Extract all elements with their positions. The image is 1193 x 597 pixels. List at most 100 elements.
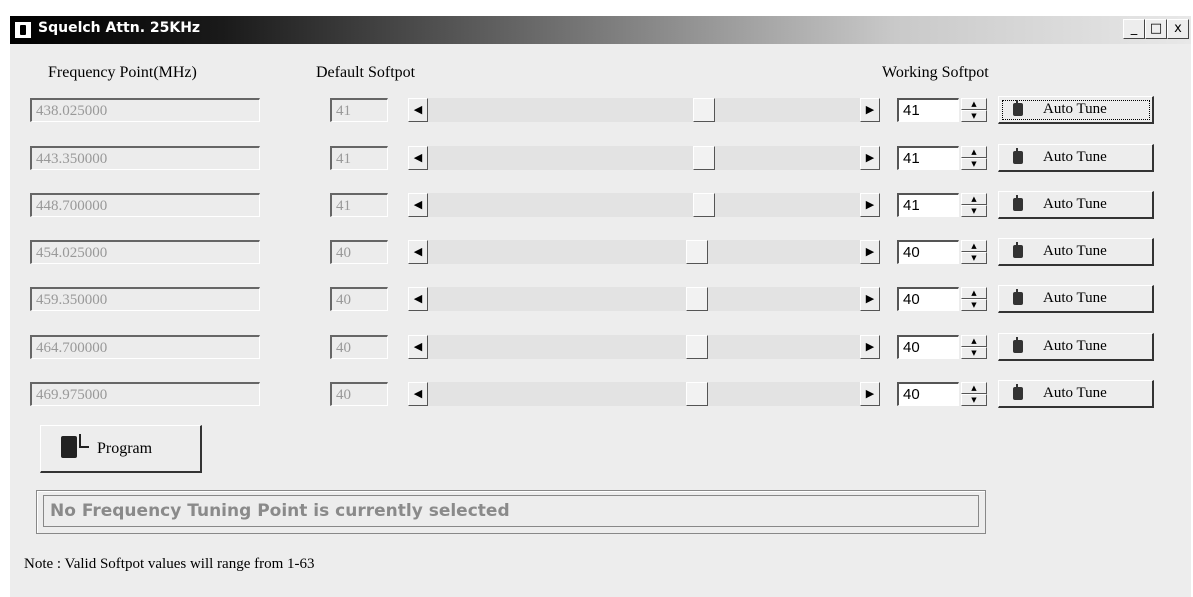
working-softpot-input[interactable]: 40 bbox=[897, 240, 959, 264]
auto-tune-label: Auto Tune bbox=[1043, 101, 1107, 117]
spin-down-button[interactable]: ▼ bbox=[961, 394, 987, 406]
slider-track[interactable] bbox=[428, 335, 860, 359]
slider-left-arrow[interactable]: ◀ bbox=[408, 146, 428, 170]
status-panel: No Frequency Tuning Point is currently s… bbox=[36, 490, 986, 534]
softpot-slider[interactable]: ◀ ▶ bbox=[408, 193, 880, 217]
spin-buttons: ▲ ▼ bbox=[961, 146, 987, 170]
radio-icon bbox=[1013, 289, 1023, 305]
frequency-field: 469.975000 bbox=[30, 382, 260, 406]
working-softpot-input[interactable]: 41 bbox=[897, 146, 959, 170]
frequency-field: 454.025000 bbox=[30, 240, 260, 264]
auto-tune-button[interactable]: Auto Tune bbox=[998, 96, 1154, 124]
slider-thumb[interactable] bbox=[686, 382, 708, 406]
working-softpot-input[interactable]: 40 bbox=[897, 335, 959, 359]
radio-icon bbox=[1013, 100, 1023, 116]
default-softpot-field: 40 bbox=[330, 382, 388, 406]
auto-tune-label: Auto Tune bbox=[1043, 338, 1107, 354]
slider-left-arrow[interactable]: ◀ bbox=[408, 240, 428, 264]
slider-track[interactable] bbox=[428, 146, 860, 170]
default-softpot-field: 40 bbox=[330, 287, 388, 311]
working-softpot-input[interactable]: 40 bbox=[897, 382, 959, 406]
slider-left-arrow[interactable]: ◀ bbox=[408, 287, 428, 311]
spin-down-button[interactable]: ▼ bbox=[961, 347, 987, 359]
spin-up-button[interactable]: ▲ bbox=[961, 146, 987, 158]
spin-down-button[interactable]: ▼ bbox=[961, 252, 987, 264]
spin-buttons: ▲ ▼ bbox=[961, 98, 987, 122]
spin-up-button[interactable]: ▲ bbox=[961, 382, 987, 394]
spin-down-button[interactable]: ▼ bbox=[961, 205, 987, 217]
slider-left-arrow[interactable]: ◀ bbox=[408, 382, 428, 406]
working-softpot-input[interactable]: 40 bbox=[897, 287, 959, 311]
spin-up-button[interactable]: ▲ bbox=[961, 287, 987, 299]
default-softpot-field: 40 bbox=[330, 240, 388, 264]
radio-icon bbox=[1013, 148, 1023, 164]
status-text: No Frequency Tuning Point is currently s… bbox=[43, 495, 979, 527]
frequency-field: 459.350000 bbox=[30, 287, 260, 311]
spin-down-button[interactable]: ▼ bbox=[961, 158, 987, 170]
spin-up-button[interactable]: ▲ bbox=[961, 335, 987, 347]
slider-right-arrow[interactable]: ▶ bbox=[860, 335, 880, 359]
spin-up-button[interactable]: ▲ bbox=[961, 98, 987, 110]
auto-tune-button[interactable]: Auto Tune bbox=[998, 191, 1154, 219]
program-button[interactable]: Program bbox=[40, 425, 202, 473]
softpot-slider[interactable]: ◀ ▶ bbox=[408, 287, 880, 311]
auto-tune-label: Auto Tune bbox=[1043, 149, 1107, 165]
slider-right-arrow[interactable]: ▶ bbox=[860, 193, 880, 217]
slider-track[interactable] bbox=[428, 98, 860, 122]
close-button[interactable]: x bbox=[1167, 19, 1189, 39]
slider-thumb[interactable] bbox=[686, 240, 708, 264]
spin-buttons: ▲ ▼ bbox=[961, 382, 987, 406]
radio-icon bbox=[1013, 242, 1023, 258]
softpot-slider[interactable]: ◀ ▶ bbox=[408, 240, 880, 264]
slider-track[interactable] bbox=[428, 240, 860, 264]
window-title: Squelch Attn. 25KHz bbox=[38, 20, 201, 36]
slider-track[interactable] bbox=[428, 287, 860, 311]
slider-track[interactable] bbox=[428, 382, 860, 406]
slider-right-arrow[interactable]: ▶ bbox=[860, 287, 880, 311]
spin-down-button[interactable]: ▼ bbox=[961, 110, 987, 122]
slider-right-arrow[interactable]: ▶ bbox=[860, 240, 880, 264]
caption-buttons: _ □ x bbox=[1123, 19, 1189, 39]
minimize-button[interactable]: _ bbox=[1123, 19, 1145, 39]
slider-thumb[interactable] bbox=[686, 335, 708, 359]
auto-tune-button[interactable]: Auto Tune bbox=[998, 380, 1154, 408]
auto-tune-button[interactable]: Auto Tune bbox=[998, 238, 1154, 266]
slider-thumb[interactable] bbox=[686, 287, 708, 311]
default-softpot-field: 41 bbox=[330, 193, 388, 217]
spin-down-button[interactable]: ▼ bbox=[961, 299, 987, 311]
slider-left-arrow[interactable]: ◀ bbox=[408, 335, 428, 359]
frequency-field: 464.700000 bbox=[30, 335, 260, 359]
default-softpot-field: 41 bbox=[330, 98, 388, 122]
softpot-slider[interactable]: ◀ ▶ bbox=[408, 335, 880, 359]
slider-left-arrow[interactable]: ◀ bbox=[408, 193, 428, 217]
title-bar[interactable]: Squelch Attn. 25KHz _ □ x bbox=[10, 16, 1191, 44]
working-softpot-input[interactable]: 41 bbox=[897, 193, 959, 217]
softpot-slider[interactable]: ◀ ▶ bbox=[408, 98, 880, 122]
return-arrow-icon bbox=[79, 434, 89, 448]
softpot-slider[interactable]: ◀ ▶ bbox=[408, 146, 880, 170]
radio-icon bbox=[1013, 384, 1023, 400]
radio-icon bbox=[1013, 195, 1023, 211]
slider-thumb[interactable] bbox=[693, 193, 715, 217]
softpot-slider[interactable]: ◀ ▶ bbox=[408, 382, 880, 406]
note-text: Note : Valid Softpot values will range f… bbox=[24, 556, 315, 572]
auto-tune-button[interactable]: Auto Tune bbox=[998, 285, 1154, 313]
spin-up-button[interactable]: ▲ bbox=[961, 240, 987, 252]
slider-track[interactable] bbox=[428, 193, 860, 217]
auto-tune-button[interactable]: Auto Tune bbox=[998, 144, 1154, 172]
slider-right-arrow[interactable]: ▶ bbox=[860, 98, 880, 122]
spin-buttons: ▲ ▼ bbox=[961, 240, 987, 264]
slider-left-arrow[interactable]: ◀ bbox=[408, 98, 428, 122]
spin-up-button[interactable]: ▲ bbox=[961, 193, 987, 205]
working-softpot-input[interactable]: 41 bbox=[897, 98, 959, 122]
slider-right-arrow[interactable]: ▶ bbox=[860, 382, 880, 406]
auto-tune-button[interactable]: Auto Tune bbox=[998, 333, 1154, 361]
slider-right-arrow[interactable]: ▶ bbox=[860, 146, 880, 170]
frequency-field: 443.350000 bbox=[30, 146, 260, 170]
slider-thumb[interactable] bbox=[693, 98, 715, 122]
radio-icon bbox=[15, 22, 31, 38]
slider-thumb[interactable] bbox=[693, 146, 715, 170]
default-softpot-field: 40 bbox=[330, 335, 388, 359]
maximize-button[interactable]: □ bbox=[1145, 19, 1167, 39]
default-softpot-header: Default Softpot bbox=[316, 64, 416, 81]
